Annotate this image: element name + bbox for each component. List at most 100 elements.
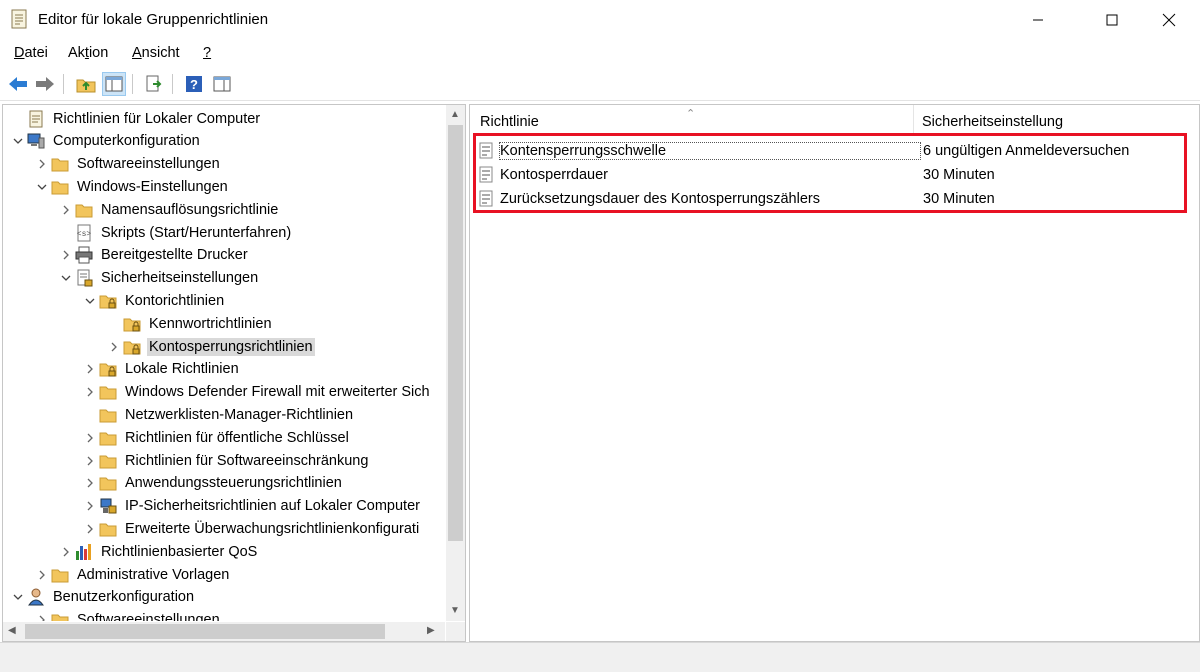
chevron-right-icon[interactable]	[57, 540, 75, 563]
tree-item[interactable]: Administrative Vorlagen	[33, 563, 231, 586]
tree-item[interactable]: Sicherheitseinstellungen	[57, 267, 260, 290]
tree-item[interactable]: <s> Skripts (Start/Herunterfahren)	[57, 221, 293, 244]
column-divider[interactable]	[913, 105, 914, 133]
tree-item[interactable]: Softwareeinstellungen	[33, 153, 222, 176]
tree-item[interactable]: Windows Defender Firewall mit erweiterte…	[81, 381, 432, 404]
chevron-right-icon[interactable]	[105, 335, 123, 358]
chevron-right-icon[interactable]	[33, 563, 51, 586]
chevron-right-icon[interactable]	[81, 495, 99, 518]
menu-help[interactable]: ?	[203, 45, 211, 61]
tree-item-label: Sicherheitseinstellungen	[101, 270, 259, 287]
tree-item[interactable]: Kontosperrungsrichtlinien	[105, 335, 315, 358]
tree-item-label: Skripts (Start/Herunterfahren)	[101, 224, 292, 241]
properties-icon	[213, 76, 231, 92]
tree-item[interactable]: Erweiterte Überwachungsrichtlinienkonfig…	[81, 517, 421, 540]
chevron-right-icon[interactable]	[81, 472, 99, 495]
minimize-button[interactable]	[1014, 0, 1062, 40]
tree-expander-spacer	[57, 221, 75, 244]
folder-icon	[51, 181, 69, 195]
tree-item[interactable]: Benutzerkonfiguration	[9, 586, 196, 609]
window-title: Editor für lokale Gruppenrichtlinien	[38, 11, 269, 28]
folder-icon	[99, 386, 117, 400]
menu-ansicht[interactable]: Ansicht	[132, 45, 180, 61]
tree-item[interactable]: Richtlinien für Softwareeinschränkung	[81, 449, 370, 472]
folder-icon	[99, 477, 117, 491]
svg-text:?: ?	[190, 77, 198, 92]
chevron-down-icon[interactable]	[33, 175, 51, 198]
chevron-down-icon[interactable]	[81, 289, 99, 312]
scroll-up-icon[interactable]: ▲	[450, 109, 460, 120]
svg-text:<s>: <s>	[77, 230, 92, 239]
forward-button[interactable]	[33, 72, 57, 96]
sort-ascending-icon: ⌃	[686, 108, 696, 120]
tree-item[interactable]: Richtlinien für öffentliche Schlüssel	[81, 426, 351, 449]
chevron-right-icon[interactable]	[33, 609, 51, 621]
tree-item[interactable]: Kontorichtlinien	[81, 289, 226, 312]
chevron-right-icon[interactable]	[33, 153, 51, 176]
chevron-right-icon[interactable]	[81, 381, 99, 404]
tree-item-label: Namensauflösungsrichtlinie	[101, 201, 279, 218]
menu-datei[interactable]: Datei	[14, 45, 48, 61]
scrollbar-corner	[446, 622, 465, 641]
menu-bar: Datei Aktion Ansicht ?	[0, 40, 1200, 66]
tree-item[interactable]: Namensauflösungsrichtlinie	[57, 198, 280, 221]
export-list-button[interactable]	[142, 72, 166, 96]
chevron-right-icon[interactable]	[57, 198, 75, 221]
chevron-right-icon[interactable]	[81, 426, 99, 449]
tree-item-label: Windows-Einstellungen	[77, 178, 228, 195]
chevron-right-icon[interactable]	[81, 517, 99, 540]
properties-button[interactable]	[210, 72, 234, 96]
tree-item[interactable]: Richtlinienbasierter QoS	[57, 540, 259, 563]
show-hide-tree-button[interactable]	[102, 72, 126, 96]
tree-horizontal-scroll-thumb[interactable]	[25, 624, 385, 639]
chevron-right-icon[interactable]	[81, 358, 99, 381]
toolbar: ?	[0, 68, 1200, 101]
folder-lock-icon	[99, 363, 117, 377]
close-button[interactable]	[1145, 0, 1193, 40]
scroll-down-icon[interactable]: ▼	[450, 605, 460, 616]
up-one-level-button[interactable]	[74, 72, 98, 96]
toolbar-separator	[132, 74, 133, 94]
printer-icon	[75, 246, 93, 264]
tree-item-label: Netzwerklisten-Manager-Richtlinien	[125, 406, 354, 423]
column-header-richtlinie[interactable]: Richtlinie	[480, 105, 539, 133]
tree-item[interactable]: Softwareeinstellungen	[33, 609, 222, 621]
tree-expander-spacer	[105, 312, 123, 335]
tree-item[interactable]: Richtlinien für Lokaler Computer	[9, 107, 262, 130]
tree-item[interactable]: Computerkonfiguration	[9, 130, 202, 153]
maximize-button[interactable]	[1088, 0, 1136, 40]
tree-vertical-scrollbar[interactable]: ▲ ▼	[446, 105, 465, 621]
back-button[interactable]	[6, 72, 30, 96]
console-tree-pane: Richtlinien für Lokaler Computer Computer…	[2, 104, 466, 642]
tree-item[interactable]: Kennwortrichtlinien	[105, 312, 274, 335]
column-header-label: Sicherheitseinstellung	[922, 114, 1064, 130]
folder-icon	[51, 569, 69, 582]
scroll-left-icon[interactable]: ◀	[8, 625, 16, 636]
tree-item-label: Richtlinienbasierter QoS	[101, 543, 258, 560]
tree-item[interactable]: Windows-Einstellungen	[33, 175, 230, 198]
folder-lock-icon	[99, 295, 117, 309]
help-button[interactable]: ?	[182, 72, 206, 96]
tree-item-label: Richtlinien für Lokaler Computer	[53, 110, 261, 127]
tree-item[interactable]: Bereitgestellte Drucker	[57, 244, 250, 267]
chevron-down-icon[interactable]	[57, 267, 75, 290]
show-hide-tree-icon	[105, 76, 123, 92]
menu-aktion[interactable]: Aktion	[68, 45, 108, 61]
tree-vertical-scroll-thumb[interactable]	[448, 125, 463, 541]
folder-icon	[99, 432, 117, 446]
tree-item[interactable]: IP-Sicherheitsrichtlinien auf Lokaler Co…	[81, 495, 422, 518]
tree-item-label: Erweiterte Überwachungsrichtlinienkonfig…	[125, 520, 420, 537]
column-header-sicherheitseinstellung[interactable]: Sicherheitseinstellung	[922, 105, 1063, 133]
tree-item[interactable]: Lokale Richtlinien	[81, 358, 241, 381]
chevron-down-icon[interactable]	[9, 130, 27, 153]
chevron-down-icon[interactable]	[9, 586, 27, 609]
title-bar: Editor für lokale Gruppenrichtlinien	[0, 0, 1200, 40]
chevron-right-icon[interactable]	[81, 449, 99, 472]
tree-item[interactable]: Netzwerklisten-Manager-Richtlinien	[81, 403, 355, 426]
chevron-right-icon[interactable]	[57, 244, 75, 267]
scroll-right-icon[interactable]: ▶	[427, 625, 435, 636]
tree-horizontal-scrollbar[interactable]: ◀ ▶	[3, 622, 445, 641]
tree-item[interactable]: Anwendungssteuerungsrichtlinien	[81, 472, 344, 495]
console-tree[interactable]: Richtlinien für Lokaler Computer Computer…	[3, 105, 445, 621]
folder-icon	[99, 409, 117, 423]
